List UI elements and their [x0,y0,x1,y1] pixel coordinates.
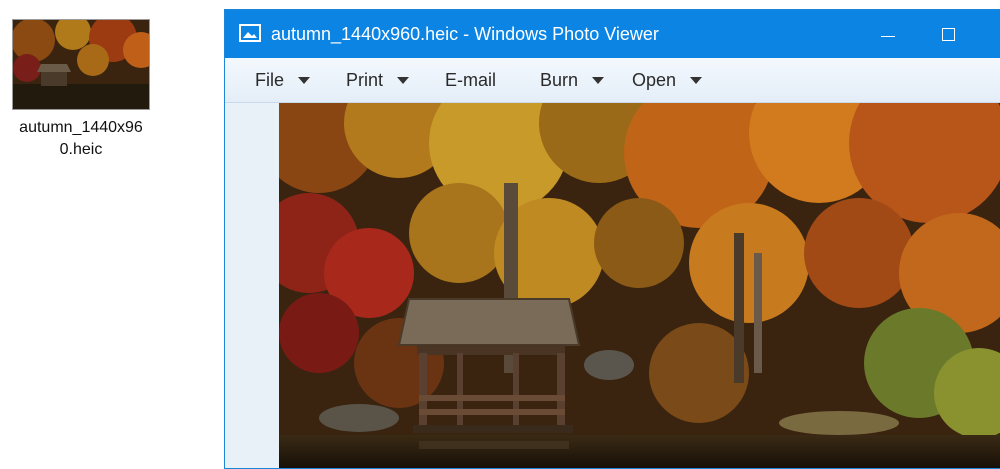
file-name-label: autumn_1440x960.heic [19,119,143,158]
chevron-down-icon [397,76,410,84]
chevron-down-icon [690,76,703,84]
displayed-photo [279,103,1000,468]
photo-viewer-window: autumn_1440x960.heic - Windows Photo Vie… [224,9,1000,469]
chevron-down-icon [298,76,311,84]
minimize-icon [881,35,895,37]
viewport-margin [225,103,279,468]
menu-bar: File Print E-mail Burn Open [225,58,1000,103]
menu-print-label: Print [346,70,384,90]
menu-open[interactable]: Open [632,68,703,92]
menu-open-label: Open [632,70,677,90]
menu-burn[interactable]: Burn [540,68,605,92]
title-bar[interactable]: autumn_1440x960.heic - Windows Photo Vie… [225,10,1000,58]
image-thumbnail-icon [12,19,150,110]
menu-file[interactable]: File [255,68,311,92]
menu-burn-label: Burn [540,70,579,90]
chevron-down-icon [592,76,605,84]
image-viewport[interactable] [225,103,1000,468]
menu-print[interactable]: Print [346,68,410,92]
menu-email-label: E-mail [445,70,497,90]
maximize-button[interactable] [925,10,971,58]
photo-viewer-icon [239,24,261,42]
desktop-file-icon[interactable]: autumn_1440x960.heic [9,19,153,161]
window-title: autumn_1440x960.heic - Windows Photo Vie… [271,24,659,44]
menu-file-label: File [255,70,285,90]
menu-email[interactable]: E-mail [445,68,496,92]
minimize-button[interactable] [865,10,911,58]
maximize-icon [941,27,955,41]
